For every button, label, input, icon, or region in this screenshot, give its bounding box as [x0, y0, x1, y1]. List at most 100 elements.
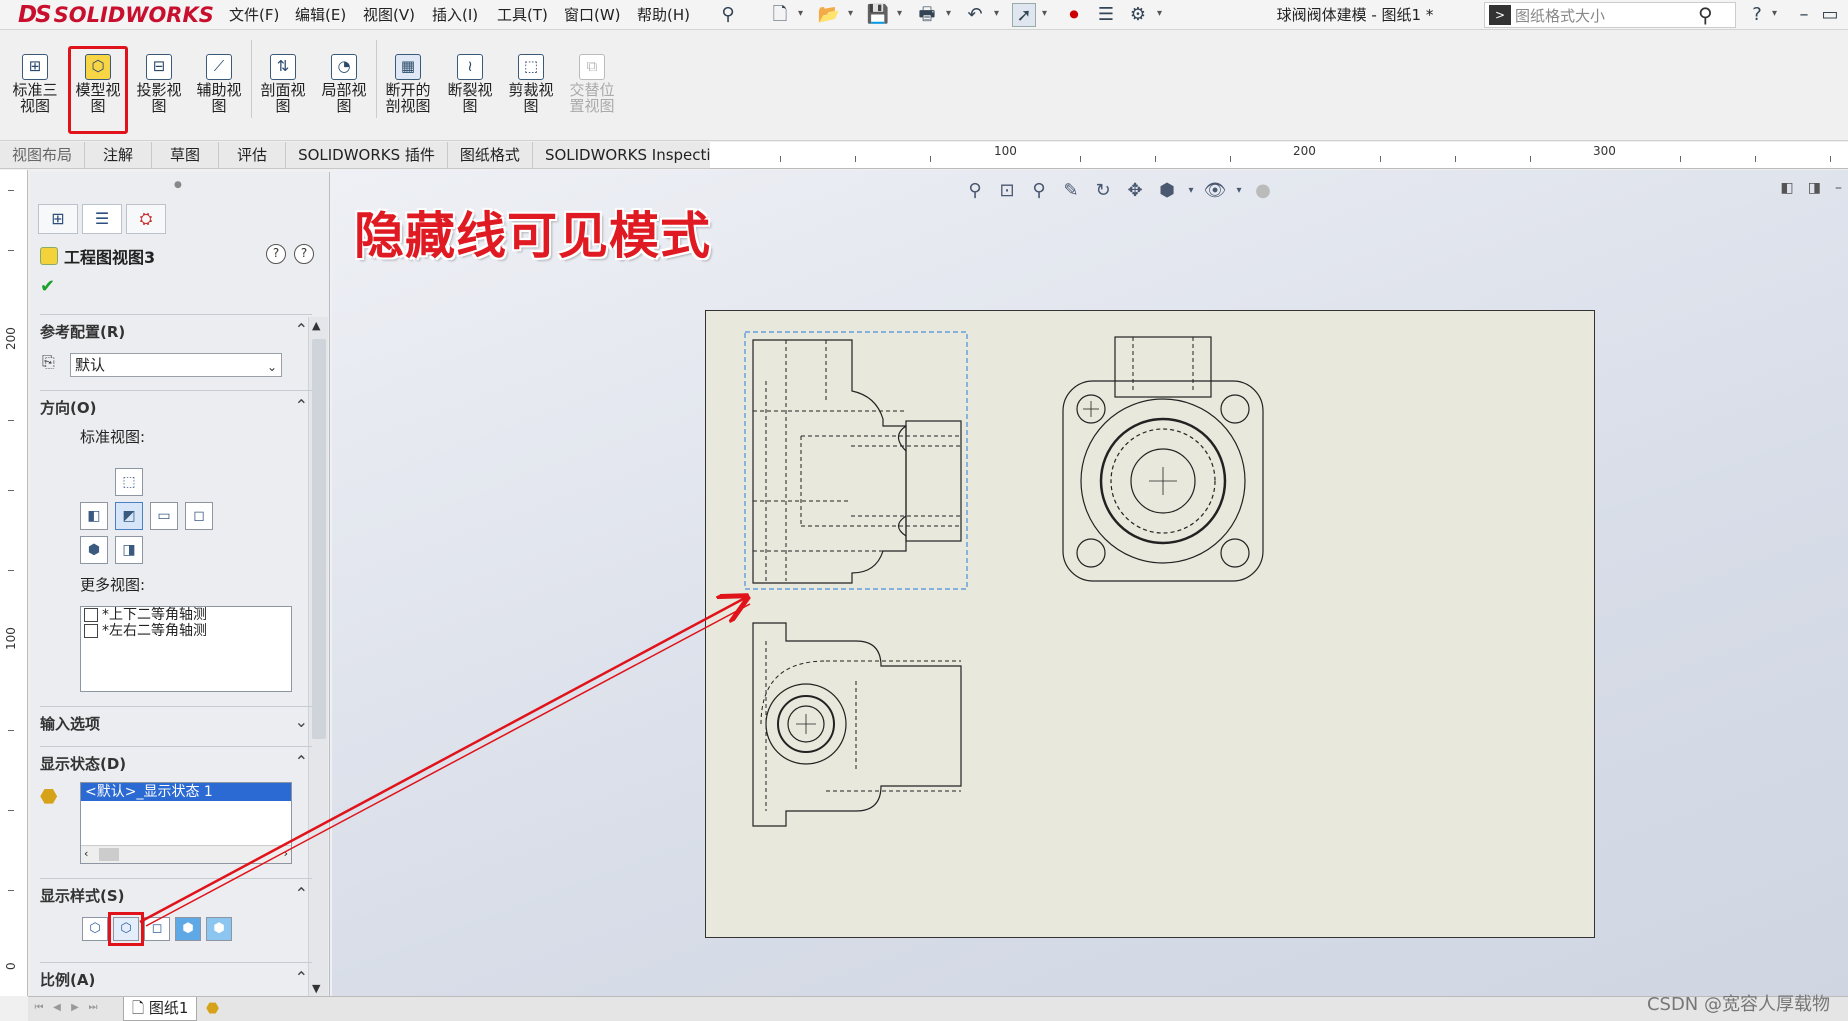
menu-edit[interactable]: 编辑(E): [295, 4, 346, 26]
tab-solidworks-addins[interactable]: SOLIDWORKS 插件: [286, 142, 448, 169]
crop-view-button[interactable]: ⬚ 剪裁视图: [502, 52, 560, 132]
rotate-view-icon[interactable]: ↻: [1090, 178, 1116, 204]
pin-icon[interactable]: ⚲: [716, 3, 740, 27]
view-bottom-button[interactable]: ◨: [115, 536, 143, 564]
projected-view-button[interactable]: ⊟ 投影视图: [130, 52, 188, 132]
section-display-style[interactable]: 显示样式(S) ⌃: [40, 878, 312, 905]
scroll-thumb[interactable]: [99, 848, 119, 861]
scroll-up-icon[interactable]: ▲: [312, 319, 320, 332]
break-view-button[interactable]: ≀ 断裂视图: [441, 52, 499, 132]
scroll-left-icon[interactable]: ‹: [84, 847, 88, 860]
list-item[interactable]: *左右二等角轴测: [81, 623, 291, 639]
hide-show-caret-icon[interactable]: ▾: [1234, 178, 1244, 204]
graphics-area[interactable]: ⚲ ⊡ ⚲ ✎ ↻ ✥ ⬢ ▾ 👁 ▾ ● ◧ ◨ – 隐藏线可见模式: [332, 170, 1848, 996]
scene-icon[interactable]: ●: [1250, 178, 1276, 204]
print-dropdown-caret-icon[interactable]: ▾: [946, 8, 951, 19]
hidden-lines-removed-style-icon[interactable]: ◻: [144, 917, 170, 941]
pan-icon[interactable]: ✥: [1122, 178, 1148, 204]
collapse-chevron-icon[interactable]: ⌃: [295, 752, 308, 771]
standard-3-view-button[interactable]: ⊞ 标准三视图: [6, 52, 64, 132]
search-input[interactable]: [1515, 6, 1690, 24]
search-icon[interactable]: ⚲: [1698, 3, 1713, 27]
detail-view-button[interactable]: ◔ 局部视图: [315, 52, 373, 132]
view-orientation-icon[interactable]: ⬢: [1154, 178, 1180, 204]
undo-dropdown-caret-icon[interactable]: ▾: [994, 8, 999, 19]
menu-window[interactable]: 窗口(W): [564, 4, 621, 26]
menu-file[interactable]: 文件(F): [229, 4, 279, 26]
search-box[interactable]: > ⚲: [1484, 2, 1736, 28]
solidworks-logo[interactable]: DS SOLIDWORKS: [0, 0, 228, 30]
viewport-previous-icon[interactable]: ◧: [1781, 180, 1794, 196]
sheet-tab[interactable]: 🗋 图纸1: [123, 997, 198, 1021]
display-state-selected-item[interactable]: <默认>_显示状态 1: [81, 783, 291, 801]
tab-view-layout[interactable]: 视图布局: [0, 142, 86, 169]
save-dropdown-caret-icon[interactable]: ▾: [897, 8, 902, 19]
display-state-list[interactable]: <默认>_显示状态 1 ‹ ›: [80, 782, 292, 864]
view-right-button[interactable]: ▭: [150, 502, 178, 530]
checkbox[interactable]: [84, 624, 98, 638]
shaded-style-icon[interactable]: ⬢: [206, 917, 232, 941]
collapse-chevron-icon[interactable]: ⌃: [295, 884, 308, 903]
broken-out-section-button[interactable]: ▦ 断开的剖视图: [379, 52, 437, 132]
print-icon[interactable]: 🖶: [915, 3, 939, 27]
tab-sketch[interactable]: 草图: [152, 142, 220, 169]
options-dropdown-caret-icon[interactable]: ▾: [1157, 8, 1162, 19]
alternate-position-view-button[interactable]: ⧉ 交替位置视图: [563, 52, 621, 132]
last-sheet-icon[interactable]: ⏭: [86, 1001, 100, 1015]
new-document-icon[interactable]: 🗋: [768, 3, 792, 27]
open-file-icon[interactable]: 📂: [817, 3, 841, 27]
collapse-chevron-icon[interactable]: ⌃: [295, 396, 308, 415]
help-icon[interactable]: ?: [294, 244, 314, 264]
first-sheet-icon[interactable]: ⏮: [32, 1001, 46, 1015]
view-back-button[interactable]: ◻: [185, 502, 213, 530]
view-left-button[interactable]: ◧: [80, 502, 108, 530]
menu-tools[interactable]: 工具(T): [497, 4, 548, 26]
tab-evaluate[interactable]: 评估: [219, 142, 287, 169]
menu-insert[interactable]: 插入(I): [432, 4, 478, 26]
section-reference-configuration[interactable]: 参考配置(R) ⌃: [40, 314, 312, 341]
horizontal-scrollbar[interactable]: ‹ ›: [81, 845, 291, 863]
section-orientation[interactable]: 方向(O) ⌃: [40, 390, 312, 417]
file-properties-icon[interactable]: ☰: [1094, 3, 1118, 27]
restore-icon[interactable]: ▭: [1818, 3, 1842, 27]
tab-annotation[interactable]: 注解: [85, 142, 153, 169]
view-isometric-button[interactable]: ⬢: [80, 536, 108, 564]
configuration-manager-tab-icon[interactable]: ⛭: [126, 204, 166, 234]
list-item[interactable]: *上下二等角轴测: [81, 607, 291, 623]
rebuild-traffic-light-icon[interactable]: ⏺: [1062, 3, 1086, 27]
select-pointer-icon[interactable]: ➚: [1012, 3, 1036, 27]
hide-show-items-icon[interactable]: 👁: [1202, 178, 1228, 204]
options-gear-icon[interactable]: ⚙: [1126, 3, 1150, 27]
view-orientation-caret-icon[interactable]: ▾: [1186, 178, 1196, 204]
undo-icon[interactable]: ↶: [963, 3, 987, 27]
auxiliary-view-button[interactable]: ⟋ 辅助视图: [190, 52, 248, 132]
configuration-dropdown[interactable]: 默认 ⌄: [70, 353, 282, 377]
minimize-icon[interactable]: –: [1792, 3, 1816, 27]
drawing-sheet[interactable]: [705, 310, 1595, 938]
add-sheet-icon[interactable]: ⬣: [206, 999, 219, 1017]
viewport-next-icon[interactable]: ◨: [1808, 180, 1821, 196]
new-dropdown-caret-icon[interactable]: ▾: [798, 8, 803, 19]
collapse-chevron-icon[interactable]: ⌃: [295, 968, 308, 987]
scroll-thumb[interactable]: [312, 339, 326, 739]
zoom-in-out-icon[interactable]: ⚲: [1026, 178, 1052, 204]
zoom-to-area-icon[interactable]: ⊡: [994, 178, 1020, 204]
next-sheet-icon[interactable]: ▶: [68, 1001, 82, 1015]
scroll-down-icon[interactable]: ▼: [312, 982, 320, 995]
help-question-icon[interactable]: ?: [1745, 3, 1769, 27]
tab-sheet-format[interactable]: 图纸格式: [448, 142, 533, 169]
panel-grip-icon[interactable]: ●: [174, 180, 182, 190]
collapse-chevron-icon[interactable]: ⌃: [295, 320, 308, 339]
section-scale[interactable]: 比例(A) ⌃: [40, 962, 312, 989]
feature-manager-tab-icon[interactable]: ⊞: [38, 204, 78, 234]
shaded-with-edges-style-icon[interactable]: ⬢: [175, 917, 201, 941]
previous-sheet-icon[interactable]: ◀: [50, 1001, 64, 1015]
ok-check-icon[interactable]: ✔: [40, 276, 55, 297]
section-view-button[interactable]: ⇅ 剖面视图: [254, 52, 312, 132]
whats-new-help-icon[interactable]: ?: [266, 244, 286, 264]
checkbox[interactable]: [84, 608, 98, 622]
menu-view[interactable]: 视图(V): [363, 4, 415, 26]
section-display-state[interactable]: 显示状态(D) ⌃: [40, 746, 312, 773]
save-icon[interactable]: 💾: [866, 3, 890, 27]
select-dropdown-caret-icon[interactable]: ▾: [1042, 8, 1047, 19]
